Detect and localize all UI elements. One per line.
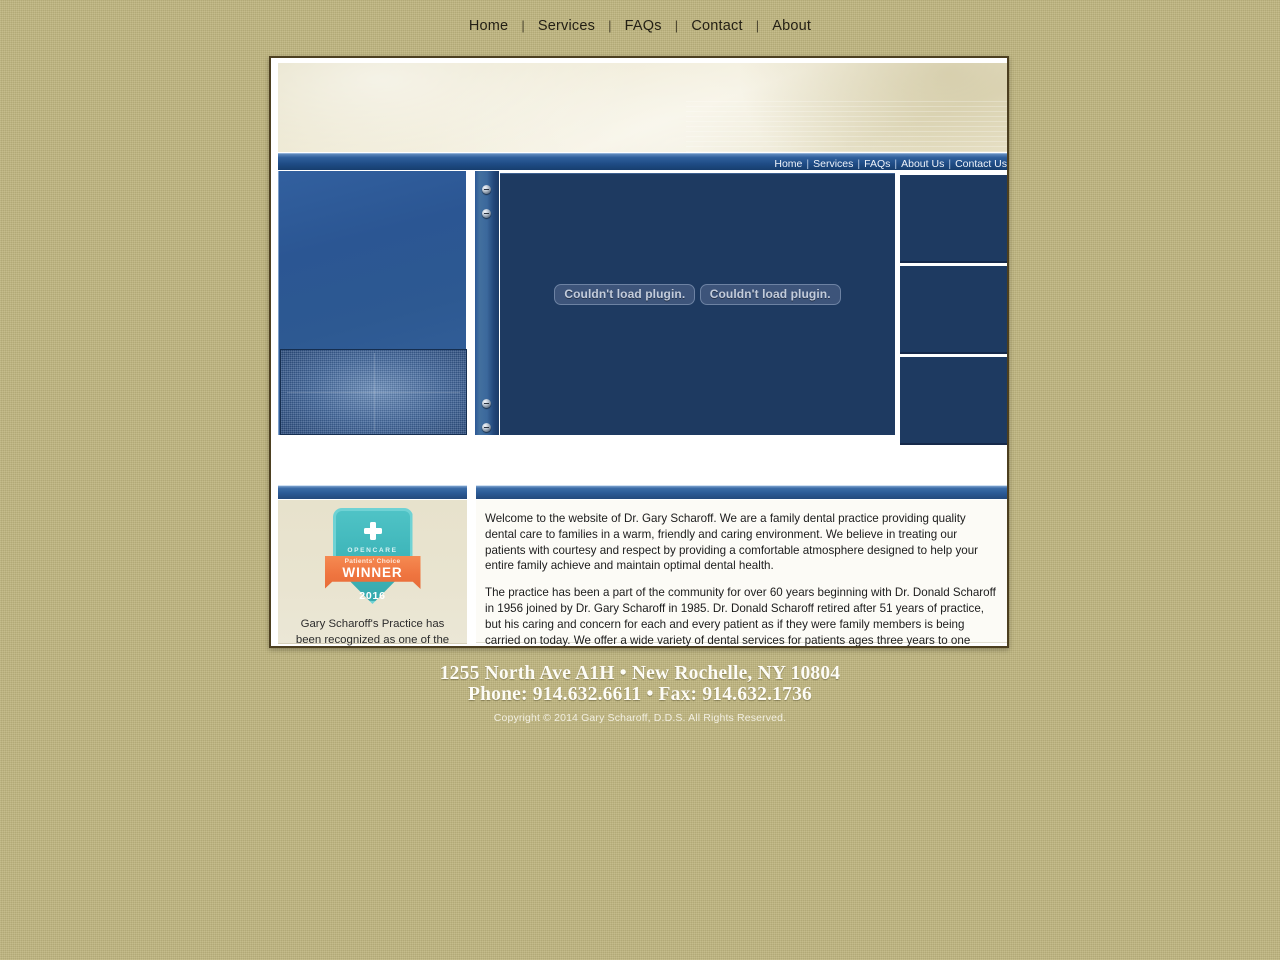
inner-nav-item-home[interactable]: Home: [774, 158, 802, 170]
welcome-paragraph-1: Welcome to the website of Dr. Gary Schar…: [485, 512, 979, 573]
opencare-award-badge: OPENCARE Patients' Choice WINNER 2016: [324, 508, 421, 613]
inner-nav-separator: |: [857, 158, 861, 170]
inner-nav-list: Home | Services | FAQs | About Us | Contact Us: [774, 156, 1007, 170]
left-image-panel: [278, 171, 467, 435]
sidebar-thumbnail-2[interactable]: [900, 266, 1007, 354]
content-region: OPENCARE Patients' Choice WINNER 2016 Ga…: [278, 500, 1007, 646]
media-region: Couldn't load plugin. Couldn't load plug…: [278, 171, 1007, 481]
welcome-text-column: Welcome to the website of Dr. Gary Schar…: [476, 500, 1007, 646]
rivet-strip: [475, 171, 499, 435]
badge-ribbon-subtitle: Patients' Choice: [344, 558, 401, 565]
screw-icon: [482, 185, 491, 194]
inner-nav-item-contact-us[interactable]: Contact Us: [955, 158, 1007, 170]
inner-navigation-bar: Home | Services | FAQs | About Us | Contact Us: [278, 153, 1007, 170]
medical-cross-icon: [363, 522, 382, 540]
inner-nav-separator: |: [806, 158, 810, 170]
top-nav-item-about[interactable]: About: [768, 18, 815, 34]
divider-row: [278, 482, 1007, 499]
footer-address-line-1: 1255 North Ave A1H • New Rochelle, NY 10…: [439, 663, 841, 684]
site-inner: Home | Services | FAQs | About Us | Contact Us C…: [271, 58, 1007, 646]
top-nav-item-contact[interactable]: Contact: [687, 18, 746, 34]
badge-year-label: 2016: [359, 590, 386, 602]
sidebar-thumbnail-1[interactable]: [900, 175, 1007, 263]
page-footer: 1255 North Ave A1H • New Rochelle, NY 10…: [0, 664, 1280, 724]
badge-brand-label: OPENCARE: [347, 547, 398, 554]
screw-icon: [482, 399, 491, 408]
welcome-paragraph-2: The practice has been a part of the comm…: [485, 586, 996, 646]
screw-icon: [482, 423, 491, 432]
badge-ribbon-title: WINNER: [342, 565, 403, 580]
header-banner-image: [278, 63, 1007, 152]
footer-address-line-2: Phone: 914.632.6611 • Fax: 914.632.1736: [468, 683, 812, 705]
sidebar-thumbnail-3[interactable]: [900, 357, 1007, 445]
top-nav-item-services[interactable]: Services: [534, 18, 599, 34]
divider-bar-right: [476, 485, 1007, 499]
plugin-placeholder-group: Couldn't load plugin. Couldn't load plug…: [500, 284, 895, 311]
footer-copyright: Copyright © 2014 Gary Scharoff, D.D.S. A…: [493, 712, 787, 724]
top-nav-separator: |: [608, 18, 612, 33]
top-nav-item-faqs[interactable]: FAQs: [621, 18, 666, 34]
top-nav-separator: |: [521, 18, 525, 33]
top-nav-separator: |: [674, 18, 679, 33]
inner-nav-item-about-us[interactable]: About Us: [901, 158, 944, 170]
inner-nav-separator: |: [948, 158, 952, 170]
badge-column: OPENCARE Patients' Choice WINNER 2016 Ga…: [278, 500, 467, 646]
inner-nav-item-services[interactable]: Services: [813, 158, 853, 170]
plugin-error-message[interactable]: Couldn't load plugin.: [554, 284, 696, 305]
footer-address: 1255 North Ave A1H • New Rochelle, NY 10…: [0, 664, 1280, 705]
top-navigation: Home | Services | FAQs | Contact | About: [0, 18, 1280, 34]
main-media-panel: Couldn't load plugin. Couldn't load plug…: [500, 173, 895, 435]
site-container: Home | Services | FAQs | About Us | Contact Us C…: [269, 56, 1009, 648]
inner-nav-item-faqs[interactable]: FAQs: [864, 158, 890, 170]
badge-caption-text: Gary Scharoff's Practice has been recogn…: [295, 618, 450, 646]
inner-nav-separator: |: [894, 158, 898, 170]
top-nav-item-home[interactable]: Home: [465, 18, 512, 34]
left-image-subpanel: [280, 349, 467, 435]
screw-icon: [482, 209, 491, 218]
top-nav-separator: |: [755, 18, 760, 33]
plugin-error-message[interactable]: Couldn't load plugin.: [699, 284, 841, 305]
divider-bar-left: [278, 485, 467, 499]
